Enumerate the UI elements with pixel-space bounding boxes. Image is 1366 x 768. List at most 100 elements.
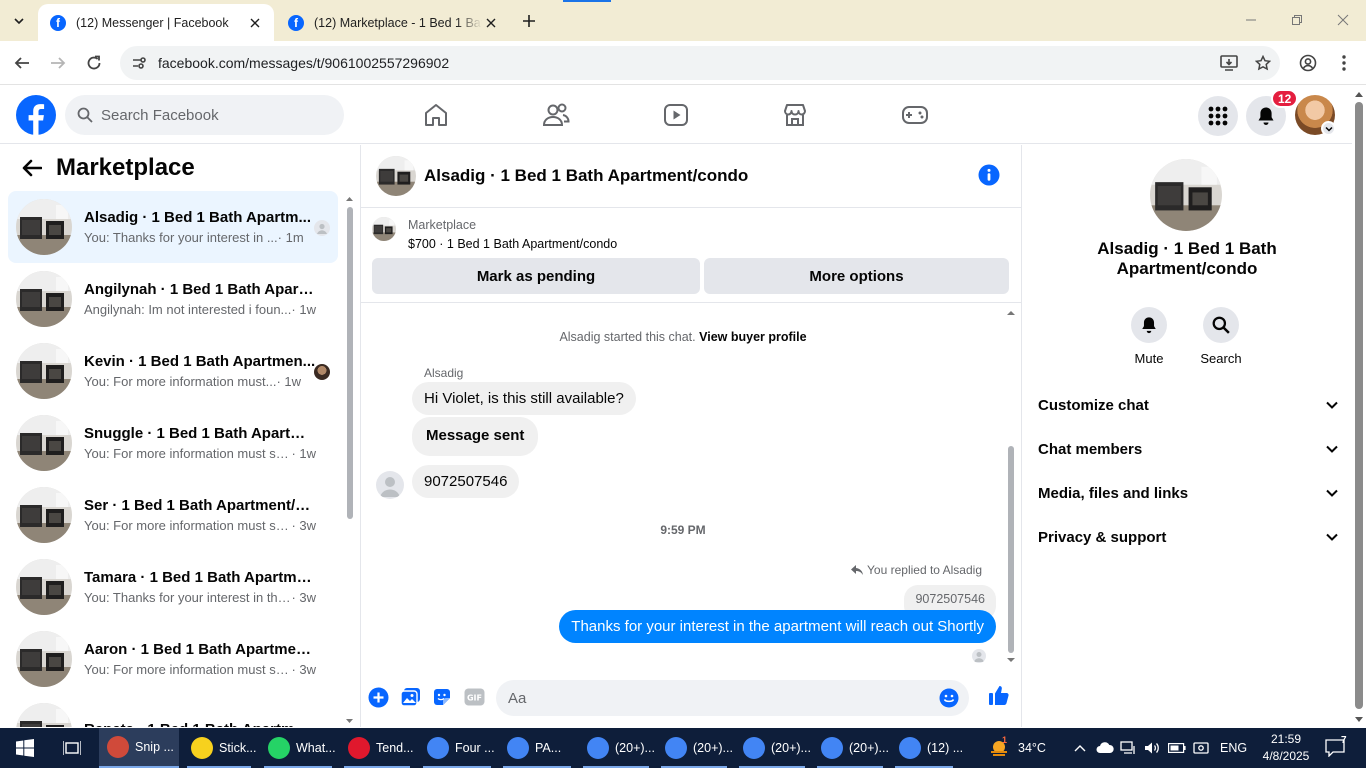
gif-icon[interactable]: GIF [463,686,485,708]
tab-search-chevron-icon[interactable] [6,8,32,34]
conversation-item[interactable]: Renata · 1 Bed 1 Bath Apartment... [8,695,338,727]
thumbs-up-icon[interactable] [988,684,1010,706]
home-icon[interactable] [419,98,453,132]
listing-thumbnail[interactable] [372,217,396,241]
back-arrow-icon[interactable] [9,50,35,76]
menu-grid-icon[interactable] [1198,96,1238,136]
address-bar[interactable]: facebook.com/messages/t/9061002557296902 [120,46,1280,80]
mute-button[interactable]: Mute [1119,307,1179,366]
profile-icon[interactable] [1295,50,1321,76]
page-scrollbar[interactable] [1352,86,1366,727]
clock[interactable]: 21:59 4/8/2025 [1258,731,1314,765]
app-icon [507,737,529,759]
chat-scrollbar[interactable] [1005,309,1017,664]
conversation-item[interactable]: Ser · 1 Bed 1 Bath Apartment/co... You: F… [8,479,338,551]
taskbar-app-button[interactable]: Four ... [419,728,495,768]
conversation-item[interactable]: Angilynah · 1 Bed 1 Bath Apartm... Angily… [8,263,338,335]
taskbar-app-button[interactable]: Snip ... [99,728,179,768]
site-settings-icon[interactable] [124,55,154,71]
conversation-item[interactable]: Kevin · 1 Bed 1 Bath Apartmen... You: For… [8,335,338,407]
windows-start-icon[interactable] [10,728,40,768]
conversation-item[interactable]: Alsadig · 1 Bed 1 Bath Apartm... You: Tha… [8,191,338,263]
left-scroll-thumb[interactable] [347,207,353,519]
taskbar-app-button[interactable]: Stick... [183,728,257,768]
kebab-menu-icon[interactable] [1331,50,1357,76]
message-input[interactable]: Aa [496,680,969,716]
chat-title[interactable]: Alsadig · 1 Bed 1 Bath Apartment/condo [424,166,748,186]
facebook-favicon-icon: f [288,14,304,31]
camera-privacy-icon[interactable] [1192,728,1210,768]
plus-circle-icon[interactable] [367,686,389,708]
marketplace-icon[interactable] [778,98,812,132]
conversation-item[interactable]: Tamara · 1 Bed 1 Bath Apartment... You: T… [8,551,338,623]
conversation-item[interactable]: Snuggle · 1 Bed 1 Bath Apartme... You: Fo… [8,407,338,479]
new-tab-plus-icon[interactable] [518,10,540,32]
sender-avatar[interactable] [376,471,404,499]
incoming-message[interactable]: 9072507546 [412,465,520,498]
chat-scroll-thumb[interactable] [1008,446,1014,653]
taskbar-app-button[interactable]: What... [260,728,336,768]
close-tab-icon[interactable] [482,14,500,32]
view-buyer-profile-link[interactable]: View buyer profile [699,330,806,344]
chat-avatar[interactable] [376,156,416,196]
tab-marketplace[interactable]: f (12) Marketplace - 1 Bed 1 Bath [276,4,510,41]
install-app-icon[interactable] [1212,55,1246,71]
conversation-texts: Kevin · 1 Bed 1 Bath Apartmen... You: For… [84,353,316,389]
facebook-search-box[interactable]: Search Facebook [65,95,344,135]
network-icon[interactable] [1119,728,1137,768]
task-view-icon[interactable] [58,728,86,768]
incoming-message[interactable]: Message sent [412,417,539,456]
taskbar-app-button[interactable]: (20+)... [657,728,733,768]
taskbar-app-button[interactable]: PA... [499,728,575,768]
close-window-icon[interactable] [1328,8,1358,32]
taskbar-app-button[interactable]: Tend... [340,728,414,768]
account-chevron-icon[interactable] [1321,121,1336,136]
conversation-item[interactable]: Aaron · 1 Bed 1 Bath Apartment/... You: F… [8,623,338,695]
reload-icon[interactable] [81,50,107,76]
facebook-logo-icon[interactable] [16,95,56,135]
page-scroll-thumb[interactable] [1355,102,1363,709]
listing-title[interactable]: $700 · 1 Bed 1 Bath Apartment/condo [408,237,617,251]
restore-icon[interactable] [1282,8,1312,32]
tab-messenger[interactable]: f (12) Messenger | Facebook [38,4,274,41]
action-center-count: 7 [1341,734,1347,746]
chat-members-section[interactable]: Chat members [1038,427,1338,471]
conversation-name: Angilynah · 1 Bed 1 Bath Apartm... [84,281,316,298]
info-icon[interactable] [978,164,1000,186]
watch-video-icon[interactable] [659,98,693,132]
conversation-time: · 3w [291,590,316,605]
volume-icon[interactable] [1143,728,1161,768]
more-options-button[interactable]: More options [704,258,1009,294]
onedrive-cloud-icon[interactable] [1096,728,1114,768]
conversation-snippet: You: For more information must se... [84,662,292,677]
listing-avatar[interactable] [1150,159,1222,231]
bookmark-star-icon[interactable] [1246,55,1280,71]
battery-icon[interactable] [1167,728,1187,768]
minimize-icon[interactable] [1236,8,1266,32]
gaming-icon[interactable] [898,98,932,132]
mark-as-pending-button[interactable]: Mark as pending [372,258,700,294]
taskbar-app-button[interactable]: (20+)... [813,728,889,768]
taskbar-app-button[interactable]: (12) ... [891,728,963,768]
close-tab-icon[interactable] [246,14,264,32]
media-files-links-section[interactable]: Media, files and links [1038,471,1338,515]
photo-icon[interactable] [399,686,421,708]
left-scrollbar[interactable] [345,195,354,725]
message-composer: GIF Aa [361,675,1022,721]
search-in-chat-button[interactable]: Search [1191,307,1251,366]
taskbar-app-button[interactable]: (20+)... [579,728,655,768]
back-arrow-icon[interactable] [14,150,50,186]
privacy-support-section[interactable]: Privacy & support [1038,515,1338,559]
emoji-icon[interactable] [939,688,959,708]
outgoing-message[interactable]: Thanks for your interest in the apartmen… [559,610,996,643]
language-indicator[interactable]: ENG [1220,728,1247,768]
read-receipt-avatar [972,649,986,663]
customize-chat-section[interactable]: Customize chat [1038,383,1338,427]
chevron-up-icon[interactable] [1073,728,1087,768]
forward-arrow-icon[interactable] [45,50,71,76]
sticker-icon[interactable] [431,686,453,708]
friends-icon[interactable] [539,98,573,132]
taskbar-app-button[interactable]: (20+)... [735,728,811,768]
incoming-message[interactable]: Hi Violet, is this still available? [412,382,636,415]
weather-temp[interactable]: 34°C [1018,728,1046,768]
